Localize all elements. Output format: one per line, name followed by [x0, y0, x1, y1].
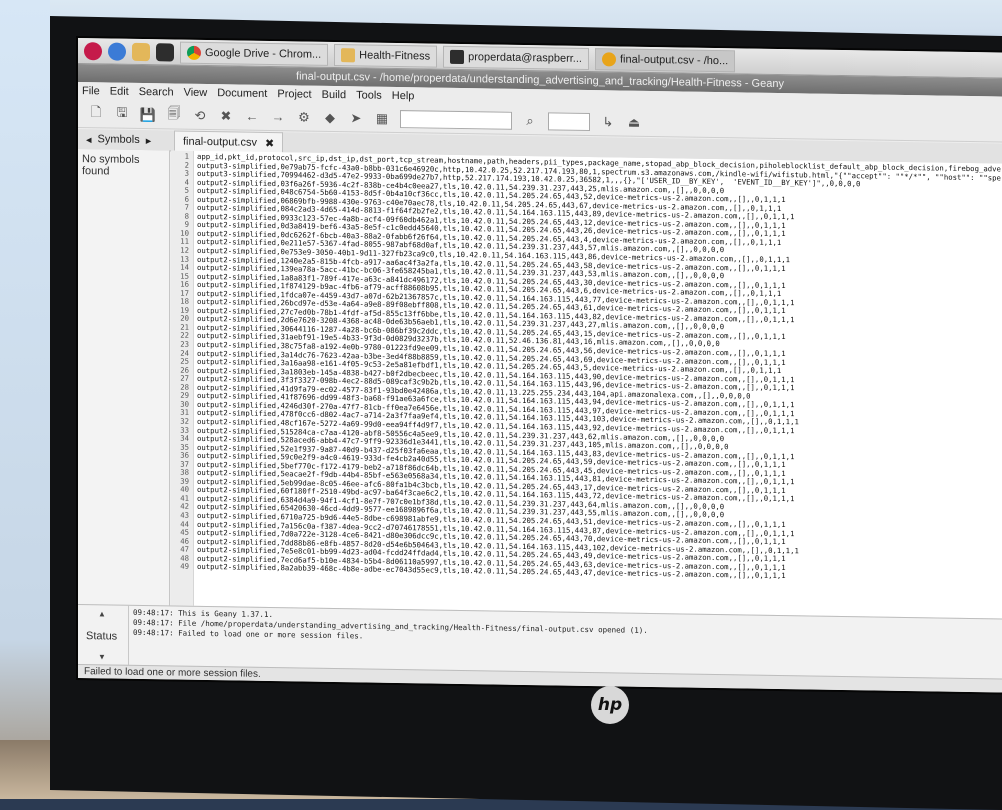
- menu-project[interactable]: Project: [277, 85, 311, 104]
- menu-tools[interactable]: Tools: [356, 86, 382, 104]
- close-file-icon[interactable]: ✖: [218, 108, 234, 124]
- menu-view[interactable]: View: [184, 84, 208, 102]
- quit-icon[interactable]: ⏏: [626, 114, 642, 130]
- revert-icon[interactable]: ⟲: [192, 107, 208, 123]
- hp-logo: hp: [591, 686, 629, 724]
- file-manager-icon[interactable]: [132, 42, 150, 61]
- search-input[interactable]: [400, 109, 512, 130]
- save-icon[interactable]: 💾: [140, 106, 156, 122]
- folder-icon: [341, 47, 356, 62]
- scroll-up-icon[interactable]: ▲: [98, 609, 106, 618]
- new-file-icon[interactable]: 🗋: [88, 104, 104, 122]
- editor[interactable]: 1 app_id,pkt_id,protocol,src_ip,dst_ip,ds…: [171, 150, 1002, 619]
- geany-icon: [601, 51, 616, 66]
- message-tabs: ▲ Status ▼: [78, 605, 129, 666]
- terminal-icon[interactable]: [156, 42, 174, 62]
- back-icon[interactable]: ←: [244, 108, 260, 124]
- web-browser-icon[interactable]: [108, 41, 126, 61]
- chrome-icon: [187, 45, 201, 60]
- task-label: properdata@raspberr...: [468, 50, 582, 65]
- tab-symbols[interactable]: ◂ Symbols ▸: [78, 129, 170, 150]
- goto-line-icon[interactable]: ↳: [600, 114, 616, 130]
- save-all-icon[interactable]: 🗐: [166, 105, 182, 123]
- open-file-icon[interactable]: 🖫: [114, 104, 130, 122]
- menu-build[interactable]: Build: [322, 86, 346, 104]
- close-tab-icon[interactable]: ✖: [265, 136, 274, 149]
- doc-tab-label: final-output.csv: [183, 135, 257, 149]
- compile-icon[interactable]: ⚙: [296, 109, 312, 125]
- terminal-icon: [450, 49, 465, 64]
- task-geany[interactable]: final-output.csv - /ho...: [594, 47, 736, 72]
- menu-document[interactable]: Document: [217, 84, 267, 103]
- build-icon[interactable]: ◆: [322, 109, 338, 125]
- monitor-screen: Google Drive - Chrom... Health-Fitness p…: [78, 38, 1002, 693]
- scroll-down-icon[interactable]: ▼: [98, 652, 106, 661]
- tab-next-icon[interactable]: ▸: [146, 134, 152, 147]
- menu-file[interactable]: File: [82, 82, 100, 100]
- goto-line-input[interactable]: [548, 111, 590, 131]
- task-health-fitness[interactable]: Health-Fitness: [334, 43, 438, 68]
- color-chooser-icon[interactable]: ▦: [374, 110, 390, 126]
- wall-left: [0, 0, 50, 799]
- symbols-sidebar: No symbols found: [78, 149, 170, 606]
- tab-status[interactable]: Status: [86, 630, 117, 642]
- search-icon[interactable]: ⌕: [522, 112, 538, 128]
- menu-help[interactable]: Help: [392, 87, 415, 105]
- task-label: Health-Fitness: [359, 48, 431, 63]
- tab-prev-icon[interactable]: ◂: [86, 133, 92, 146]
- editor-text[interactable]: 1 app_id,pkt_id,protocol,src_ip,dst_ip,ds…: [171, 152, 1002, 584]
- task-terminal[interactable]: properdata@raspberr...: [443, 45, 589, 70]
- task-google-drive[interactable]: Google Drive - Chrom...: [180, 41, 329, 66]
- tab-symbols-label: Symbols: [97, 133, 140, 146]
- execute-icon[interactable]: ➤: [348, 110, 364, 126]
- task-label: Google Drive - Chrom...: [205, 46, 322, 61]
- sidebar-empty-text: No symbols found: [82, 153, 140, 178]
- menu-search[interactable]: Search: [139, 83, 174, 102]
- raspberry-menu-icon[interactable]: [84, 41, 102, 60]
- task-label: final-output.csv - /ho...: [619, 53, 729, 67]
- line-number: 49: [180, 561, 189, 571]
- menu-edit[interactable]: Edit: [110, 82, 129, 100]
- forward-icon[interactable]: →: [270, 109, 286, 125]
